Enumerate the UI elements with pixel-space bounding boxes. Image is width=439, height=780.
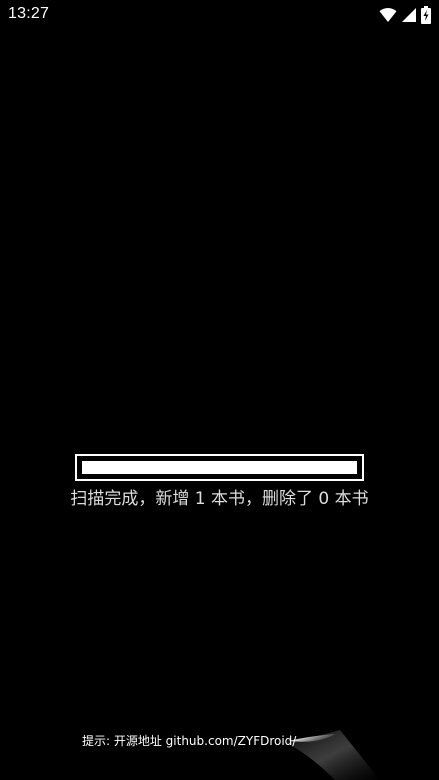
scan-progress-bar [75,454,364,481]
status-bar: 13:27 [0,0,439,30]
cell-signal-icon [401,7,417,23]
progress-fill [82,461,357,474]
status-icons [379,5,431,25]
corner-light-streak [285,730,380,780]
scan-status-message: 扫描完成，新增 1 本书，删除了 0 本书 [70,489,369,509]
open-source-tip: 提示: 开源地址 github.com/ZYFDroid/ [82,734,297,748]
wifi-icon [379,7,397,23]
progress-track [80,459,359,476]
status-time: 13:27 [8,5,50,22]
battery-charging-icon [421,6,431,24]
